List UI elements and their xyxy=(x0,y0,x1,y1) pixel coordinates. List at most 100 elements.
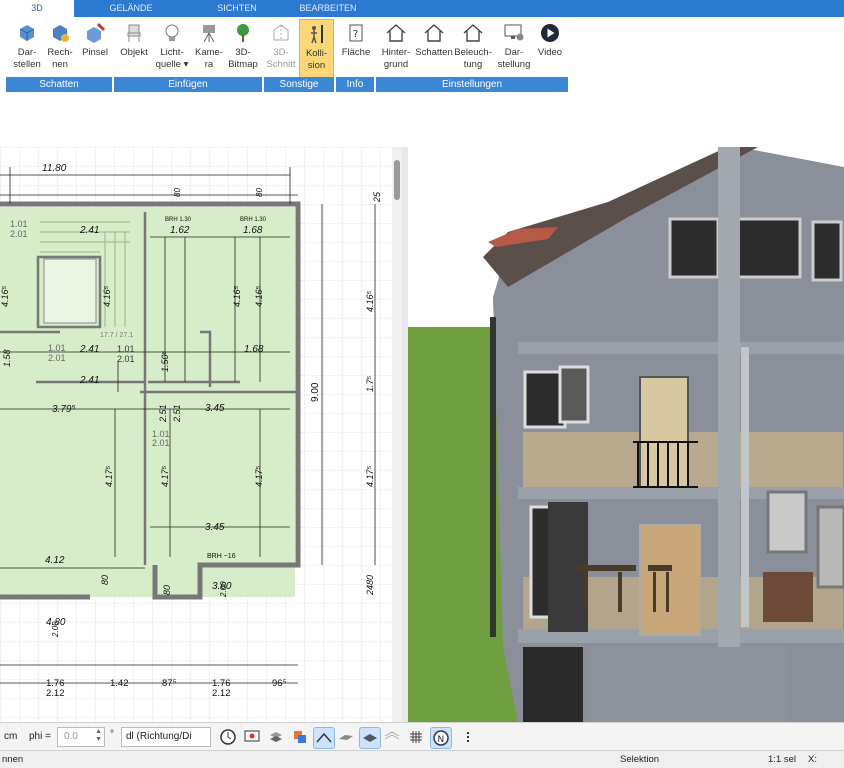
phi-spinner[interactable]: ▲ ▼ xyxy=(95,728,102,744)
clock-icon[interactable] xyxy=(218,727,238,747)
lichtquelle-button[interactable]: Licht- quelle ▾ xyxy=(154,19,190,81)
dim-label: 1.58 xyxy=(2,349,12,367)
status-scale: 1:1 sel xyxy=(768,754,796,765)
beleuchtung-label: Beleuch- tung xyxy=(454,47,492,70)
dim-label: 4.16⁵ xyxy=(254,285,264,307)
3d-bitmap-label: 3D- Bitmap xyxy=(228,47,258,70)
grid-icon[interactable] xyxy=(406,727,426,747)
workspace-gap xyxy=(0,93,844,147)
collision-icon xyxy=(310,25,323,44)
hintergrund-button[interactable]: Hinter- grund xyxy=(378,19,414,81)
objekt-button[interactable]: Objekt xyxy=(118,19,150,81)
darstellen-button[interactable]: Dar- stellen xyxy=(10,19,44,81)
dl-select-value: dl (Richtung/Di xyxy=(126,731,192,742)
dim-label: 4.17⁵ xyxy=(160,465,170,487)
status-bar: nnen Selektion 1:1 sel X: xyxy=(0,750,844,768)
3d-schnitt-button[interactable]: 3D- Schnitt xyxy=(264,19,298,81)
dim-label: 1.68 xyxy=(243,225,263,236)
phi-input[interactable]: 0.0 ▲ ▼ xyxy=(57,727,105,747)
dim-label: 1.7⁵ xyxy=(365,375,375,392)
dim-label: 4.17⁵ xyxy=(365,465,375,487)
dim-label: 4.16⁵ xyxy=(0,285,10,307)
camera-icon xyxy=(203,25,215,43)
dim-label: 2.00 xyxy=(51,621,60,638)
dim-label: 2.01 xyxy=(48,353,66,363)
north-arrow-icon[interactable]: N xyxy=(430,727,452,749)
tab-3d[interactable]: 3D xyxy=(0,0,74,17)
play-icon xyxy=(541,24,559,42)
dim-label: 2.01 xyxy=(117,354,135,364)
status-left-text: nnen xyxy=(2,754,24,765)
dim-label: 80 xyxy=(162,585,172,595)
wall-layers-icon[interactable] xyxy=(336,727,356,747)
flaeche-button[interactable]: ? Fläche xyxy=(338,19,374,81)
more-options-icon[interactable] xyxy=(458,727,478,747)
tab-gelaende[interactable]: GELÄNDE xyxy=(96,0,166,17)
dim-label: 2.51 xyxy=(172,404,182,423)
dim-label: 4.16⁵ xyxy=(365,290,375,312)
unit-label: cm xyxy=(4,731,18,742)
dim-label: 80 xyxy=(255,188,264,197)
tab-bearbeiten[interactable]: BEARBEITEN xyxy=(290,0,366,17)
dim-label: BRH 1.30 xyxy=(240,217,267,223)
floor-plan-view[interactable]: 11.80 80 80 BRH 1.30 BRH 1.30 1.62 1.68 … xyxy=(0,147,402,722)
video-button[interactable]: Video xyxy=(534,19,566,81)
video-label: Video xyxy=(537,47,563,58)
dim-label: 2480 xyxy=(365,575,375,596)
dim-label: 4.17⁵ xyxy=(104,465,114,487)
plan-scrollbar-thumb[interactable] xyxy=(394,160,400,200)
dim-label: 4.12 xyxy=(45,555,65,566)
dim-label: 87⁵ xyxy=(162,678,177,689)
dim-label: 4.16⁵ xyxy=(232,285,242,307)
plan-view-toggle-icon[interactable] xyxy=(313,727,335,749)
dim-label: 96⁵ xyxy=(272,678,287,689)
cube-render-icon xyxy=(53,25,69,42)
dim-label: 3.45 xyxy=(205,403,225,414)
bottom-toolbar: cm phi = 0.0 ▲ ▼ ° dl (Richtung/Di N xyxy=(0,722,844,751)
3d-view[interactable] xyxy=(408,147,844,722)
group-einfuegen: Einfügen xyxy=(114,77,262,92)
layer-tools-icon[interactable] xyxy=(266,727,286,747)
pinsel-button[interactable]: Pinsel xyxy=(78,19,112,81)
dim-label: 80 xyxy=(100,575,110,585)
dim-label: 2.01 xyxy=(152,438,170,448)
plan-scrollbar[interactable] xyxy=(392,147,402,722)
phi-label: phi = xyxy=(29,731,51,742)
dl-select[interactable]: dl (Richtung/Di xyxy=(121,727,211,747)
dim-label: 4.17⁵ xyxy=(254,465,264,487)
dim-label: 1.62 xyxy=(170,225,190,236)
dim-label: 2.01 xyxy=(10,229,28,239)
floor-plan-canvas[interactable]: 11.80 80 80 BRH 1.30 BRH 1.30 1.62 1.68 … xyxy=(0,147,402,722)
schatten-label: Schatten xyxy=(415,47,453,58)
ceiling-layer-icon[interactable] xyxy=(382,727,402,747)
color-layers-icon[interactable] xyxy=(290,727,310,747)
dim-label: 2.00 xyxy=(219,581,228,598)
screen-capture-icon[interactable] xyxy=(242,727,262,747)
beleuchtung-button[interactable]: Beleuch- tung xyxy=(454,19,492,81)
dim-label: 1.01 xyxy=(10,219,28,229)
lichtquelle-label: Licht- quelle ▾ xyxy=(155,47,189,70)
dim-label: 1.50⁵ xyxy=(160,350,170,372)
floor-layer-icon[interactable] xyxy=(359,727,381,749)
kamera-button[interactable]: Kame- ra xyxy=(193,19,225,81)
3d-render-canvas[interactable] xyxy=(408,147,844,722)
chair-icon xyxy=(127,24,141,42)
rechnen-button[interactable]: Rech- nen xyxy=(44,19,76,81)
dim-label: 1.01 xyxy=(117,344,135,354)
pinsel-label: Pinsel xyxy=(82,47,108,58)
dim-label: 2.41 xyxy=(79,344,99,355)
3d-bitmap-button[interactable]: 3D- Bitmap xyxy=(226,19,260,81)
dim-label: 2.51 xyxy=(158,404,168,423)
dim-label: BRH ~16 xyxy=(207,553,236,560)
kollision-label: Kolli- sion xyxy=(305,48,328,71)
kollision-button[interactable]: Kolli- sion xyxy=(299,19,334,83)
group-sonstige: Sonstige xyxy=(264,77,334,92)
kamera-label: Kame- ra xyxy=(195,47,223,70)
tab-sichten[interactable]: SICHTEN xyxy=(204,0,270,17)
svg-text:N: N xyxy=(438,735,445,745)
schatten-button[interactable]: Schatten xyxy=(414,19,454,81)
dim-label: 3.45 xyxy=(205,522,225,533)
darstellung-button[interactable]: Dar- stellung xyxy=(495,19,533,81)
dim-label: 1.42 xyxy=(110,678,129,689)
paint-cube-icon xyxy=(87,22,106,43)
